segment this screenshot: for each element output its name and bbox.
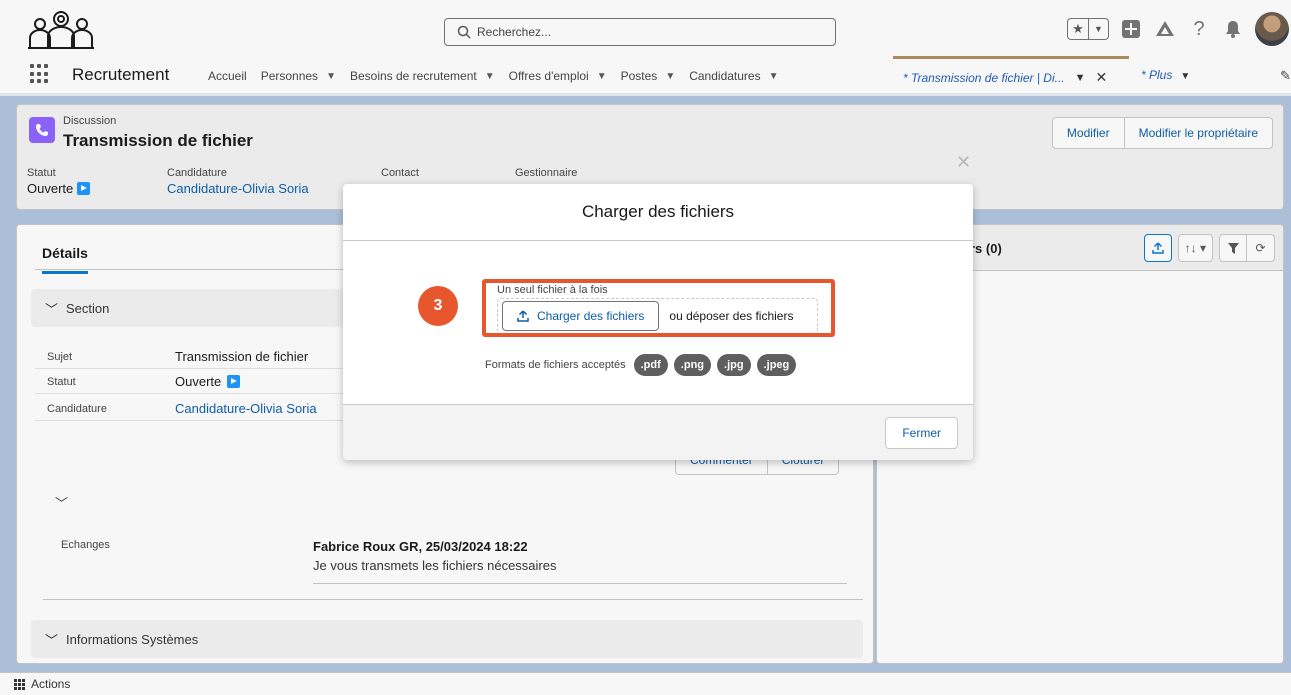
formats-label: Formats de fichiers acceptés [485,359,626,371]
format-pill-pdf: .pdf [633,354,668,376]
modal-header: Charger des fichiers [343,184,973,241]
step-highlight-box [482,279,835,337]
format-pill-png: .png [673,354,712,376]
step-number-badge: 3 [418,286,458,326]
close-modal-button[interactable]: Fermer [885,417,958,449]
upload-files-modal: Charger des fichiers Un seul fichier à l… [343,184,973,460]
modal-title: Charger des fichiers [581,202,735,221]
format-pill-jpg: .jpg [717,354,751,376]
format-pill-jpeg: .jpeg [756,354,797,376]
modal-close-icon[interactable]: ✕ [956,152,971,173]
accepted-formats: Formats de fichiers acceptés .pdf .png .… [485,354,797,376]
modal-footer: Fermer [343,404,973,460]
